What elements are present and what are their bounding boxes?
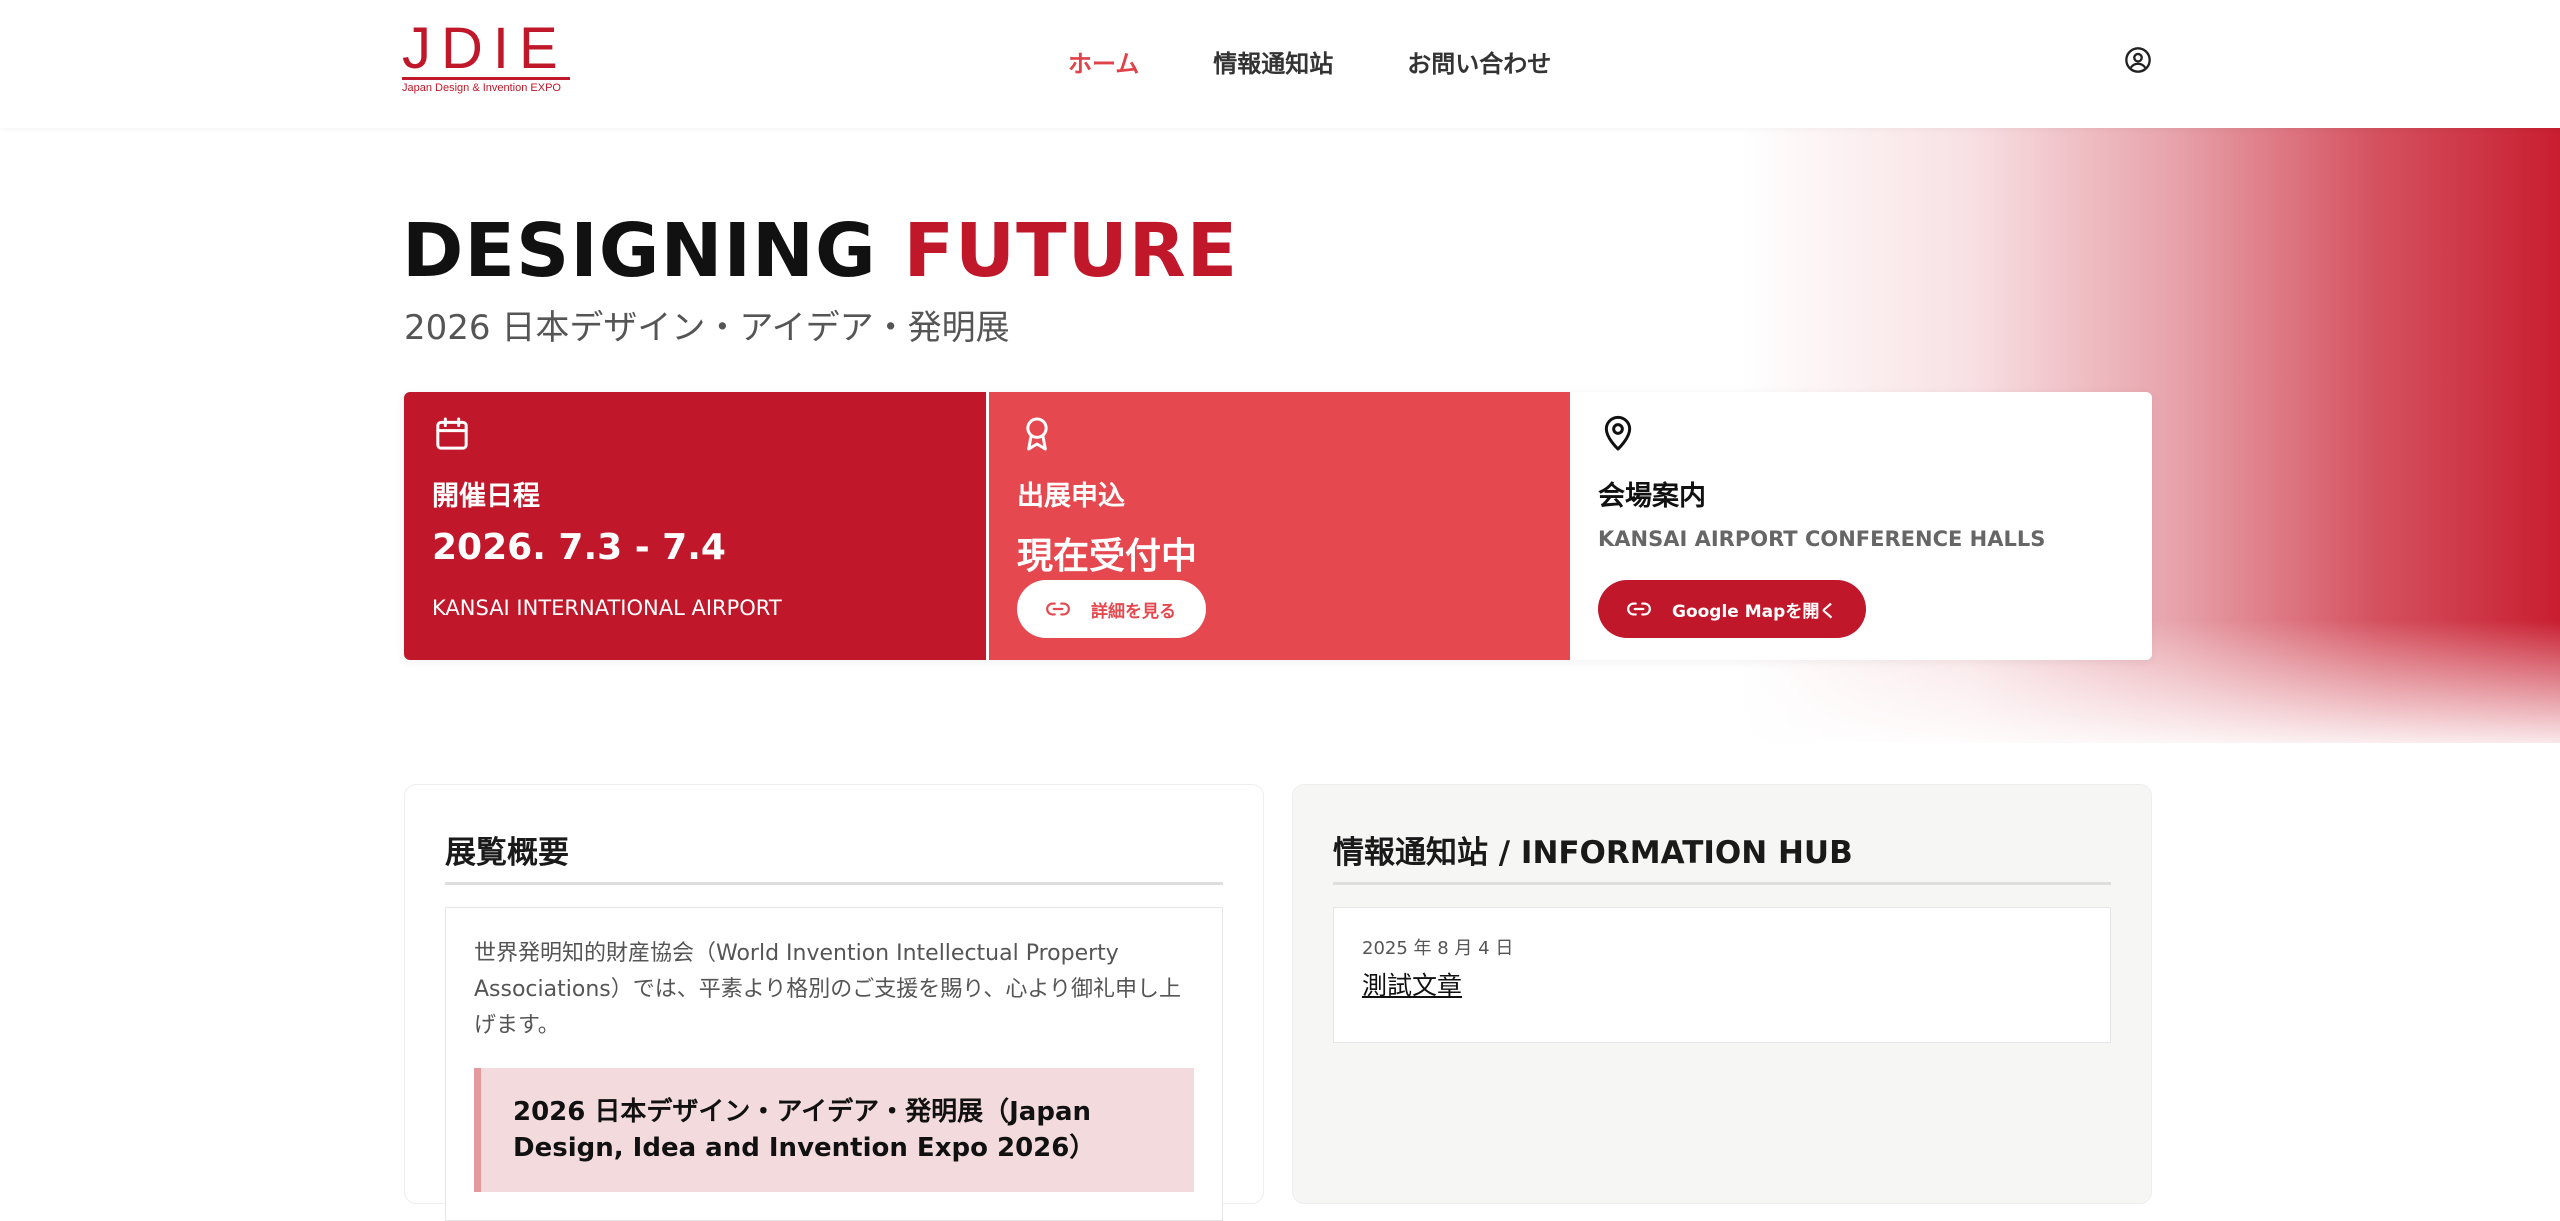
- site-logo[interactable]: JDIE Japan Design & Invention EXPO: [402, 20, 572, 100]
- list-item: 2025 年 8 月 4 日 測試文章: [1333, 907, 2111, 1043]
- link-icon: [1046, 602, 1070, 616]
- logo-text: JDIE: [402, 16, 568, 81]
- overview-box: 世界発明知的財産協会（World Invention Intellectual …: [445, 907, 1223, 1221]
- venue-card: 会場案内 KANSAI AIRPORT CONFERENCE HALLS Goo…: [1570, 392, 2152, 660]
- logo-subtitle: Japan Design & Invention EXPO: [402, 82, 561, 94]
- overview-highlight: 2026 日本デザイン・アイデア・発明展（Japan Design, Idea …: [474, 1068, 1194, 1192]
- logo-underline: [402, 77, 570, 80]
- nav-item-contact[interactable]: お問い合わせ: [1407, 44, 1551, 79]
- details-button[interactable]: 詳細を見る: [1017, 580, 1206, 638]
- application-label: 出展申込: [1017, 481, 1125, 512]
- hero-subtitle: 2026 日本デザイン・アイデア・発明展: [404, 308, 1010, 348]
- info-cards: 開催日程 2026. 7.3 - 7.4 KANSAI INTERNATIONA…: [404, 392, 2152, 660]
- venue-name: KANSAI AIRPORT CONFERENCE HALLS: [1598, 527, 2046, 551]
- schedule-card: 開催日程 2026. 7.3 - 7.4 KANSAI INTERNATIONA…: [404, 392, 986, 660]
- map-pin-icon: [1604, 415, 1632, 451]
- application-status: 現在受付中: [1017, 536, 1198, 577]
- overview-intro: 世界発明知的財産協会（World Invention Intellectual …: [474, 941, 1181, 1038]
- schedule-dates: 2026. 7.3 - 7.4: [432, 527, 726, 568]
- nav-item-home[interactable]: ホーム: [1068, 44, 1139, 79]
- user-circle-icon[interactable]: [2124, 46, 2152, 74]
- details-button-label: 詳細を見る: [1091, 601, 1176, 622]
- news-date: 2025 年 8 月 4 日: [1362, 938, 1514, 959]
- link-icon: [1627, 602, 1651, 616]
- hero-title-part1: DESIGNING: [402, 208, 904, 294]
- award-icon: [1026, 417, 1048, 451]
- schedule-location: KANSAI INTERNATIONAL AIRPORT: [432, 596, 782, 620]
- overview-panel: 展覧概要 世界発明知的財産協会（World Invention Intellec…: [404, 784, 1264, 1221]
- google-map-button[interactable]: Google Mapを開く: [1598, 580, 1867, 638]
- main-nav: ホーム 情報通知站 お問い合わせ: [1068, 44, 1625, 79]
- info-hub-panel: 情報通知站 / INFORMATION HUB 2025 年 8 月 4 日 測…: [1292, 784, 2152, 1204]
- venue-label: 会場案内: [1598, 481, 1706, 512]
- site-header: JDIE Japan Design & Invention EXPO ホーム 情…: [0, 0, 2560, 128]
- application-card: 出展申込 現在受付中 詳細を見る: [986, 392, 1570, 660]
- calendar-icon: [436, 417, 468, 450]
- news-title-link[interactable]: 測試文章: [1362, 966, 1462, 1002]
- nav-item-information[interactable]: 情報通知站: [1213, 44, 1333, 79]
- hero-title: DESIGNING FUTURE: [402, 206, 1238, 296]
- schedule-label: 開催日程: [432, 481, 540, 512]
- google-map-button-label: Google Mapを開く: [1672, 601, 1837, 622]
- overview-title: 展覧概要: [445, 827, 1223, 885]
- info-hub-title: 情報通知站 / INFORMATION HUB: [1333, 827, 2111, 885]
- hero-title-part2: FUTURE: [903, 208, 1239, 294]
